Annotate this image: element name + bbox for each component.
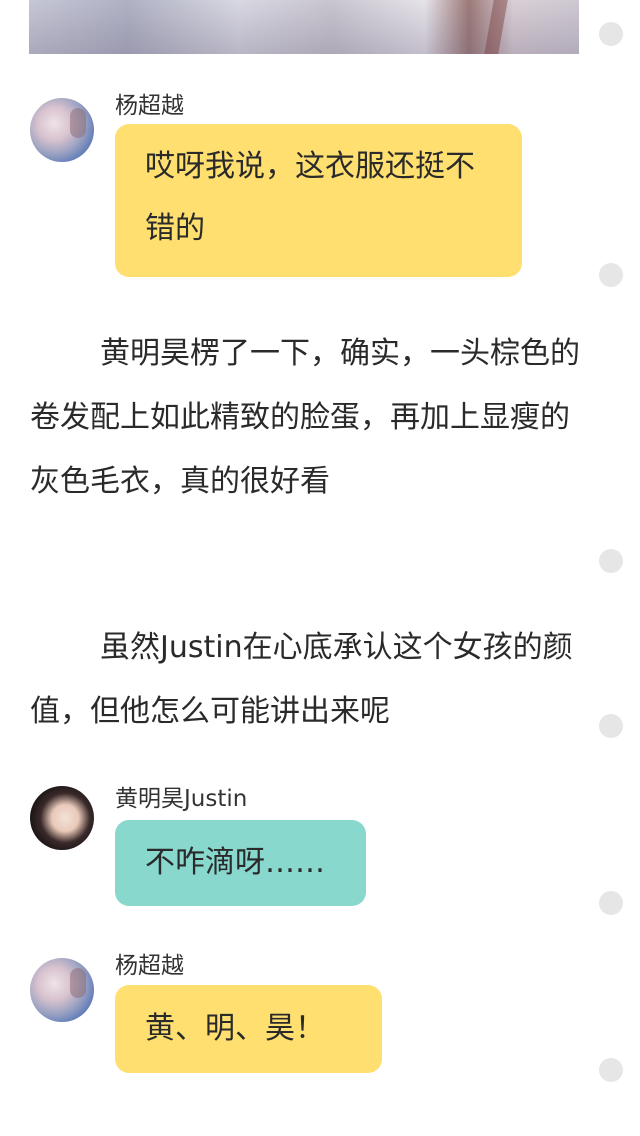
narration-paragraph: 黄明昊楞了一下，确实，一头棕色的卷发配上如此精致的脸蛋，再加上显瘦的灰色毛衣，真… bbox=[30, 336, 580, 499]
gutter-dot bbox=[599, 714, 623, 738]
narration-paragraph: 虽然Justin在心底承认这个女孩的颜值，但他怎么可能讲出来呢 bbox=[30, 630, 573, 729]
sender-name: 杨超越 bbox=[115, 93, 184, 119]
gutter-dot bbox=[599, 22, 623, 46]
gutter-dot bbox=[599, 263, 623, 287]
chat-bubble: 黄、明、昊！ bbox=[115, 985, 382, 1073]
chat-bubble: 哎呀我说，这衣服还挺不错的 bbox=[115, 124, 522, 277]
gutter-dot bbox=[599, 549, 623, 573]
chat-bubble-text: 不咋滴呀…… bbox=[145, 845, 325, 880]
chat-bubble-text: 黄、明、昊！ bbox=[145, 1011, 325, 1046]
top-photo[interactable] bbox=[29, 0, 579, 54]
sender-name: 黄明昊Justin bbox=[115, 786, 248, 812]
chat-bubble: 不咋滴呀…… bbox=[115, 820, 366, 906]
avatar[interactable] bbox=[30, 98, 94, 162]
avatar[interactable] bbox=[30, 786, 94, 850]
chat-bubble-text: 哎呀我说，这衣服还挺不错的 bbox=[145, 149, 475, 246]
avatar[interactable] bbox=[30, 958, 94, 1022]
gutter-dot bbox=[599, 891, 623, 915]
sender-name: 杨超越 bbox=[115, 953, 184, 979]
gutter-dot bbox=[599, 1058, 623, 1082]
